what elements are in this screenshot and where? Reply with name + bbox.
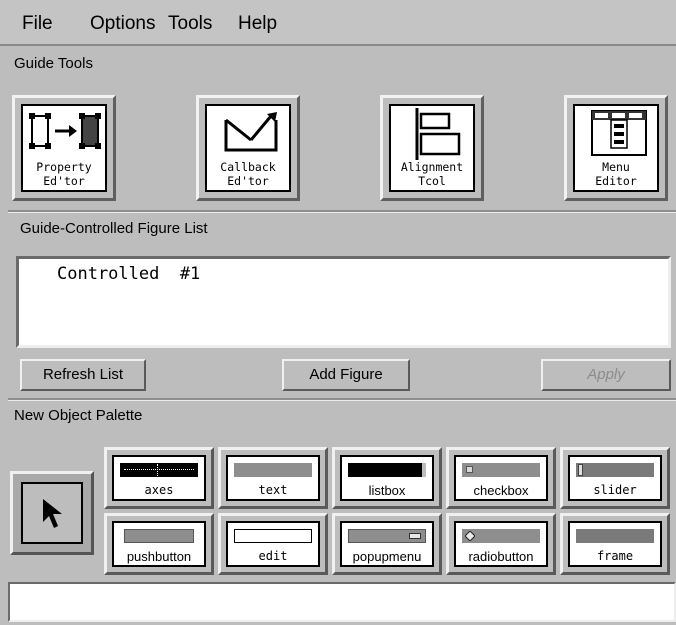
menu-tools[interactable]: Tools (168, 13, 212, 35)
palette-pushbutton-label: pushbutton (126, 549, 192, 564)
palette-pushbutton-button[interactable]: pushbutton (104, 513, 214, 575)
figure-list-heading: Guide-Controlled Figure List (20, 220, 208, 237)
axes-swatch (120, 463, 198, 477)
property-editor-label-2: Ed'tor (43, 174, 85, 188)
popupmenu-swatch (348, 529, 426, 543)
divider (8, 398, 676, 400)
palette-radiobutton-button[interactable]: radiobutton (446, 513, 556, 575)
menu-editor-icon (591, 110, 647, 156)
palette-text-label: text (258, 483, 288, 497)
select-tool-face (21, 482, 83, 544)
palette-axes-label: axes (144, 483, 174, 497)
palette-pushbutton-face: pushbutton (112, 521, 206, 567)
menu-options[interactable]: Options (90, 13, 155, 35)
menu-editor-face: Menu Editor (573, 104, 659, 192)
callback-editor-label-2: Ed'tor (227, 174, 269, 188)
alignment-tool-face: Alignment Tcol (389, 104, 475, 192)
callback-editor-button[interactable]: Callback Ed'tor (196, 95, 300, 201)
checkbox-swatch (462, 463, 540, 477)
property-editor-icon (29, 113, 101, 149)
palette-frame-button[interactable]: frame (560, 513, 670, 575)
pushbutton-swatch (124, 529, 194, 543)
palette-edit-face: edit (226, 521, 320, 567)
palette-text-button[interactable]: text (218, 447, 328, 509)
palette-slider-button[interactable]: slider (560, 447, 670, 509)
property-editor-label-1: Property (36, 160, 92, 174)
palette-heading: New Object Palette (14, 407, 143, 424)
alignment-tool-label-2: Tcol (418, 174, 446, 188)
edit-swatch (234, 529, 312, 543)
text-swatch (234, 463, 312, 477)
alignment-tool-icon (415, 108, 461, 160)
callback-editor-label-1: Callback (220, 160, 276, 174)
palette-slider-face: slider (568, 455, 662, 501)
palette-checkbox-button[interactable]: checkbox (446, 447, 556, 509)
add-figure-button[interactable]: Add Figure (282, 359, 410, 391)
slider-thumb-icon (578, 464, 583, 476)
select-tool-button[interactable] (10, 471, 94, 555)
callback-editor-face: Callback Ed'tor (205, 104, 291, 192)
checkbox-icon (466, 466, 473, 473)
divider (8, 210, 676, 212)
pointer-arrow-icon (43, 499, 62, 528)
radiobutton-swatch (462, 529, 540, 543)
palette-listbox-button[interactable]: listbox (332, 447, 442, 509)
menu-editor-label-2: Editor (595, 174, 637, 188)
figure-listbox[interactable]: Controlled #1 (16, 256, 671, 348)
list-item[interactable]: Controlled #1 (57, 264, 200, 284)
menu-file[interactable]: File (22, 13, 53, 35)
guide-tools-heading: Guide Tools (14, 55, 93, 72)
apply-button[interactable]: Apply (541, 359, 671, 391)
palette-slider-label: slider (593, 483, 637, 497)
palette-radiobutton-label: radiobutton (468, 549, 534, 564)
popup-indicator-icon (409, 533, 421, 539)
property-editor-button[interactable]: Property Ed'tor (12, 95, 116, 201)
alignment-tool-label-1: Alignment (400, 160, 464, 174)
status-field (8, 582, 676, 622)
palette-frame-face: frame (568, 521, 662, 567)
alignment-tool-button[interactable]: Alignment Tcol (380, 95, 484, 201)
menu-editor-label-1: Menu (602, 160, 630, 174)
palette-radiobutton-face: radiobutton (454, 521, 548, 567)
palette-frame-label: frame (596, 549, 634, 563)
radio-diamond-icon (465, 531, 475, 541)
palette-popupmenu-face: popupmenu (340, 521, 434, 567)
palette-text-face: text (226, 455, 320, 501)
palette-popupmenu-button[interactable]: popupmenu (332, 513, 442, 575)
palette-listbox-face: listbox (340, 455, 434, 501)
palette-checkbox-face: checkbox (454, 455, 548, 501)
property-editor-face: Property Ed'tor (21, 104, 107, 192)
palette-checkbox-label: checkbox (473, 483, 529, 498)
palette-edit-button[interactable]: edit (218, 513, 328, 575)
palette-popupmenu-label: popupmenu (352, 549, 422, 564)
palette-axes-face: axes (112, 455, 206, 501)
palette-edit-label: edit (258, 549, 288, 563)
callback-editor-icon (224, 112, 278, 152)
palette-axes-button[interactable]: axes (104, 447, 214, 509)
refresh-list-button[interactable]: Refresh List (20, 359, 146, 391)
slider-swatch (576, 463, 654, 477)
menu-editor-button[interactable]: Menu Editor (564, 95, 668, 201)
frame-swatch (576, 529, 654, 543)
palette-listbox-label: listbox (368, 483, 406, 498)
menu-help[interactable]: Help (238, 13, 277, 35)
listbox-swatch (348, 463, 426, 477)
menu-bar: File Options Tools Help (0, 0, 676, 46)
